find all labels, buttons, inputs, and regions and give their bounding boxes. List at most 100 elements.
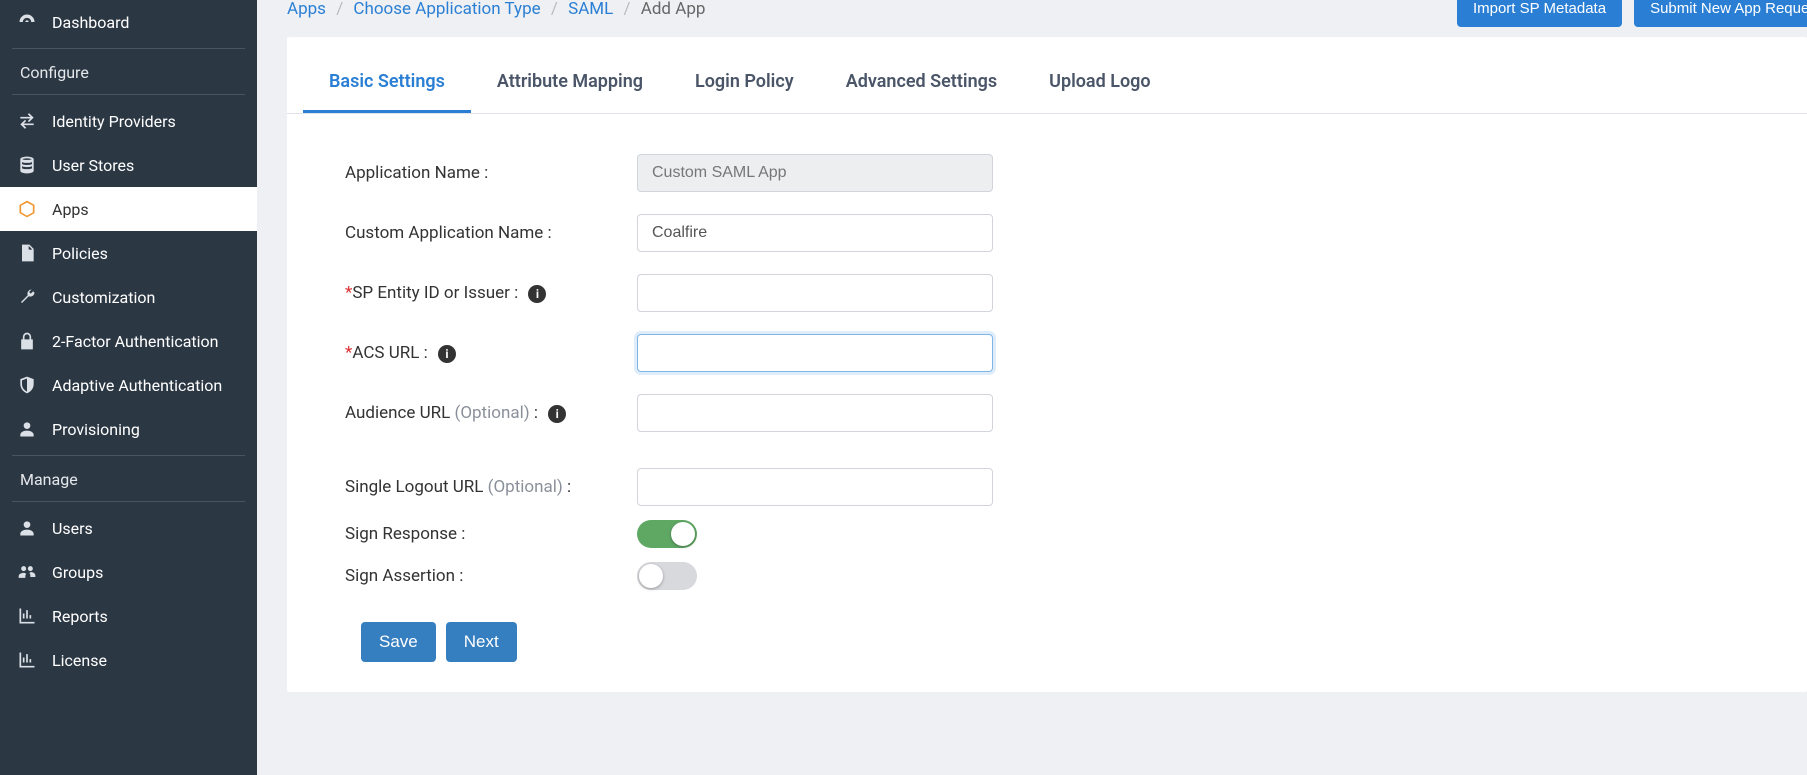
label-optional: (Optional) — [455, 403, 530, 423]
tab-attribute-mapping[interactable]: Attribute Mapping — [471, 47, 669, 113]
breadcrumb-current: Add App — [641, 0, 706, 19]
audience-url-field[interactable] — [637, 394, 993, 432]
sidebar-item-provisioning[interactable]: Provisioning — [0, 407, 257, 451]
sidebar-section-section-manage: Manage — [0, 460, 257, 497]
sidebar-item-label: Apps — [52, 200, 89, 219]
submit-app-request-button[interactable]: Submit New App Request — [1634, 0, 1807, 27]
ctrl-audience — [637, 394, 993, 432]
label-optional: (Optional) — [488, 477, 563, 497]
sidebar-item-label: Reports — [52, 607, 108, 626]
next-button[interactable]: Next — [446, 622, 517, 662]
ctrl-slo — [637, 468, 993, 506]
sidebar-item-label: User Stores — [52, 156, 134, 175]
tab-basic-settings[interactable]: Basic Settings — [303, 47, 471, 113]
info-icon[interactable]: i — [528, 285, 546, 303]
breadcrumb-sep: / — [330, 0, 349, 19]
form-footer: Save Next — [345, 612, 1767, 662]
people-icon — [16, 562, 38, 582]
slo-url-field[interactable] — [637, 468, 993, 506]
info-icon[interactable]: i — [438, 345, 456, 363]
sidebar-item-label: Customization — [52, 288, 155, 307]
row-custom-name: Custom Application Name : — [345, 214, 1767, 252]
label-acs-url: *ACS URL : i — [345, 343, 637, 363]
chart-icon — [16, 650, 38, 670]
breadcrumb: Apps / Choose Application Type / SAML / … — [287, 0, 705, 19]
sign-assertion-toggle[interactable] — [637, 562, 697, 590]
sidebar-item-reports[interactable]: Reports — [0, 594, 257, 638]
breadcrumb-choose[interactable]: Choose Application Type — [353, 0, 540, 19]
sidebar-item-idp[interactable]: Identity Providers — [0, 99, 257, 143]
sp-entity-field[interactable] — [637, 274, 993, 312]
sidebar-item-adaptive[interactable]: Adaptive Authentication — [0, 363, 257, 407]
label-colon: : — [563, 477, 571, 497]
label-sp-entity: *SP Entity ID or Issuer : i — [345, 283, 637, 303]
breadcrumb-sep: / — [618, 0, 637, 19]
chart-icon — [16, 606, 38, 626]
label-sp-entity-text: SP Entity ID or Issuer : — [352, 283, 518, 303]
label-slo-text: Single Logout URL — [345, 477, 488, 497]
sidebar: Dashboard Configure Identity Providers User… — [0, 0, 257, 775]
sidebar-item-license[interactable]: License — [0, 638, 257, 682]
label-slo: Single Logout URL (Optional) : — [345, 477, 637, 497]
row-audience-url: Audience URL (Optional) : i — [345, 394, 1767, 432]
ctrl-custom-name — [637, 214, 993, 252]
save-button[interactable]: Save — [361, 622, 436, 662]
sidebar-item-label: Users — [52, 519, 93, 538]
row-acs-url: *ACS URL : i — [345, 334, 1767, 372]
import-metadata-button[interactable]: Import SP Metadata — [1457, 0, 1622, 27]
form-card: Basic Settings Attribute Mapping Login P… — [287, 37, 1807, 692]
shield-icon — [16, 375, 38, 395]
row-sp-entity: *SP Entity ID or Issuer : i — [345, 274, 1767, 312]
top-buttons: Import SP Metadata Submit New App Reques… — [1457, 0, 1807, 27]
sidebar-item-apps[interactable]: Apps — [0, 187, 257, 231]
lock-icon — [16, 331, 38, 351]
label-acs-text: ACS URL : — [352, 343, 427, 363]
app-name-field — [637, 154, 993, 192]
sidebar-item-dashboard[interactable]: Dashboard — [0, 0, 257, 44]
sidebar-item-label: Dashboard — [52, 13, 129, 32]
sidebar-section-section-configure: Configure — [0, 53, 257, 90]
label-colon: : — [530, 403, 538, 423]
acs-url-field[interactable] — [637, 334, 993, 372]
tab-upload-logo[interactable]: Upload Logo — [1023, 47, 1176, 113]
sidebar-item-customization[interactable]: Customization — [0, 275, 257, 319]
topbar: Apps / Choose Application Type / SAML / … — [257, 0, 1807, 37]
sidebar-item-label: Identity Providers — [52, 112, 176, 131]
label-app-name: Application Name : — [345, 163, 637, 183]
ctrl-sign-assertion — [637, 562, 993, 590]
person-icon — [16, 518, 38, 538]
tabs: Basic Settings Attribute Mapping Login P… — [287, 47, 1807, 114]
wrench-icon — [16, 287, 38, 307]
ctrl-acs-url — [637, 334, 993, 372]
ctrl-app-name — [637, 154, 993, 192]
tab-login-policy[interactable]: Login Policy — [669, 47, 820, 113]
sidebar-item-policies[interactable]: Policies — [0, 231, 257, 275]
row-sign-assertion: Sign Assertion : — [345, 562, 1767, 590]
ctrl-sign-response — [637, 520, 993, 548]
sidebar-item-userstores[interactable]: User Stores — [0, 143, 257, 187]
label-sign-assertion: Sign Assertion : — [345, 566, 637, 586]
label-audience: Audience URL (Optional) : i — [345, 403, 637, 423]
breadcrumb-apps[interactable]: Apps — [287, 0, 326, 19]
swap-icon — [16, 111, 38, 131]
breadcrumb-saml[interactable]: SAML — [568, 0, 613, 19]
row-slo-url: Single Logout URL (Optional) : — [345, 468, 1767, 506]
tab-advanced-settings[interactable]: Advanced Settings — [820, 47, 1023, 113]
custom-name-field[interactable] — [637, 214, 993, 252]
sidebar-item-groups[interactable]: Groups — [0, 550, 257, 594]
main: Apps / Choose Application Type / SAML / … — [257, 0, 1807, 775]
database-icon — [16, 155, 38, 175]
dashboard-icon — [16, 12, 38, 32]
toggle-knob — [671, 522, 695, 546]
label-sign-response: Sign Response : — [345, 524, 637, 544]
row-app-name: Application Name : — [345, 154, 1767, 192]
label-custom-name: Custom Application Name : — [345, 223, 637, 243]
sign-response-toggle[interactable] — [637, 520, 697, 548]
document-icon — [16, 243, 38, 263]
form: Application Name : Custom Application Na… — [287, 114, 1807, 672]
sidebar-item-twofactor[interactable]: 2-Factor Authentication — [0, 319, 257, 363]
cube-icon — [16, 199, 38, 219]
sidebar-item-label: Provisioning — [52, 420, 140, 439]
sidebar-item-users[interactable]: Users — [0, 506, 257, 550]
info-icon[interactable]: i — [548, 405, 566, 423]
